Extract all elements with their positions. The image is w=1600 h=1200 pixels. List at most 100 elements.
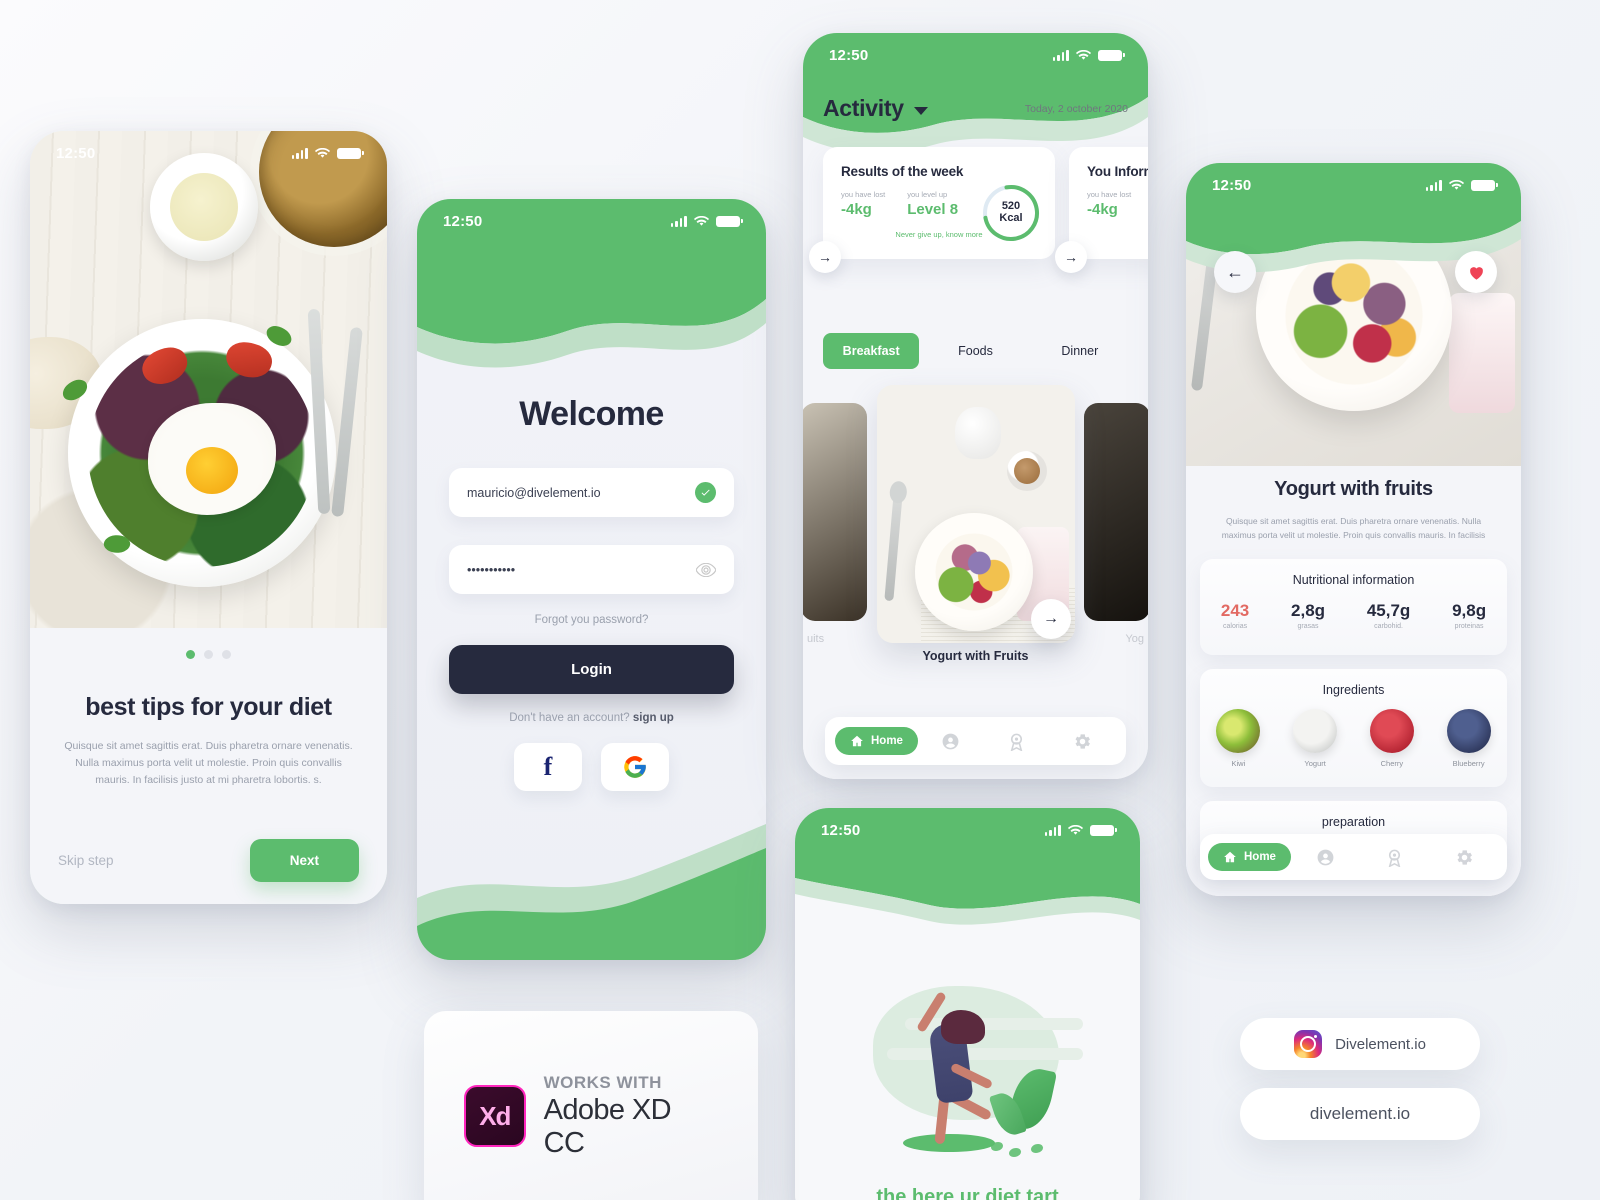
nutrition-value: 45,7g bbox=[1366, 601, 1411, 620]
next-button[interactable]: Next bbox=[249, 839, 359, 882]
gear-icon bbox=[1457, 849, 1472, 865]
ingredients-panel-title: Ingredients bbox=[1322, 683, 1385, 697]
nutrition-label: proteinas bbox=[1454, 623, 1484, 630]
email-field-wrapper[interactable] bbox=[449, 468, 734, 517]
status-time: 12:50 bbox=[443, 212, 483, 230]
google-login-button[interactable] bbox=[601, 743, 669, 791]
onboarding-body: best tips for your diet Quisque sit amet… bbox=[30, 628, 387, 904]
social-login-row: f bbox=[417, 743, 766, 791]
stat-card-results[interactable]: Results of the week you have lost -4kg y… bbox=[809, 147, 1055, 273]
forgot-password-link[interactable]: Forgot you password? bbox=[417, 614, 766, 626]
signal-icon bbox=[1425, 179, 1442, 191]
nutrition-item: 45,7g carbohid. bbox=[1367, 601, 1410, 630]
tab-breakfast[interactable]: Breakfast bbox=[823, 333, 920, 369]
stat-card-information[interactable]: You Information you have lost -4kg you l… bbox=[1055, 147, 1148, 273]
tab-achievements[interactable] bbox=[984, 732, 1050, 751]
google-icon bbox=[624, 756, 646, 778]
tab-foods[interactable]: Foods bbox=[927, 333, 1023, 369]
stat-card-next-arrow-icon[interactable]: → bbox=[1055, 241, 1087, 273]
wifi-icon bbox=[1068, 824, 1083, 835]
stat-lost-value: -4kg bbox=[1087, 201, 1118, 218]
tab-settings[interactable] bbox=[1050, 732, 1116, 751]
dot-1[interactable] bbox=[186, 650, 195, 659]
ingredient-thumb bbox=[1369, 709, 1414, 753]
instagram-link-card[interactable]: Divelement.io bbox=[1240, 1018, 1480, 1070]
skip-step-button[interactable]: Skip step bbox=[58, 853, 114, 868]
stat-lost-value: -4kg bbox=[841, 201, 872, 218]
ingredient-thumb bbox=[1216, 709, 1261, 753]
adobe-xd-label: Adobe XD CC bbox=[543, 1093, 672, 1159]
works-with-label: WORKS WITH bbox=[543, 1072, 662, 1092]
promo-illustration bbox=[795, 976, 1140, 1166]
favorite-button[interactable] bbox=[1455, 251, 1497, 293]
battery-icon bbox=[1090, 824, 1117, 836]
ingredient-item[interactable]: Cherry bbox=[1369, 709, 1414, 768]
signup-row: Don't have an account? sign up bbox=[417, 712, 766, 724]
tab-achievements[interactable] bbox=[1360, 848, 1429, 867]
gear-icon bbox=[1076, 733, 1091, 749]
eye-toggle-icon[interactable] bbox=[696, 562, 716, 577]
wifi-icon bbox=[694, 215, 709, 226]
ingredient-thumb bbox=[1446, 709, 1491, 753]
ingredient-label: Cherry bbox=[1380, 759, 1404, 768]
login-button[interactable]: Login bbox=[449, 645, 734, 694]
ingredient-label: Blueberry bbox=[1452, 759, 1485, 768]
ingredient-label: Kiwi bbox=[1231, 759, 1246, 768]
back-button[interactable]: ← bbox=[1214, 251, 1256, 293]
signup-link[interactable]: sign up bbox=[633, 712, 674, 724]
website-link-card[interactable]: divelement.io bbox=[1240, 1088, 1480, 1140]
status-bar: 12:50 bbox=[795, 808, 1140, 852]
status-time: 12:50 bbox=[1212, 176, 1252, 194]
carousel-slide-prev[interactable] bbox=[803, 403, 867, 621]
tab-settings[interactable] bbox=[1430, 848, 1499, 867]
recipe-title: Yogurt with fruits bbox=[1274, 478, 1433, 500]
ingredient-item[interactable]: Blueberry bbox=[1446, 709, 1491, 768]
page-title[interactable]: Activity bbox=[823, 95, 928, 122]
carousel-caption-prev: uits bbox=[807, 633, 825, 645]
dot-2[interactable] bbox=[204, 650, 213, 659]
password-input[interactable] bbox=[467, 562, 696, 577]
stat-level-label: you level up bbox=[907, 190, 948, 199]
award-icon bbox=[1389, 849, 1401, 867]
email-input[interactable] bbox=[467, 485, 695, 500]
signal-icon bbox=[1044, 824, 1061, 836]
phone-login: 12:50 Welcome mauricio@divelement.io •••… bbox=[417, 199, 766, 960]
nutrition-label: grasas bbox=[1297, 623, 1319, 630]
status-time: 12:50 bbox=[829, 46, 869, 64]
tab-profile[interactable] bbox=[918, 732, 984, 751]
heart-icon bbox=[1469, 266, 1483, 280]
dot-3[interactable] bbox=[222, 650, 231, 659]
tab-home[interactable]: Home bbox=[835, 727, 918, 755]
activity-title-text: Activity bbox=[823, 95, 904, 121]
calorie-ring-gauge: 520 Kcal bbox=[981, 183, 1041, 243]
tab-home[interactable]: Home bbox=[1208, 843, 1291, 871]
nutrition-value: 243 bbox=[1220, 601, 1250, 620]
promo-title: the here ur diet tart bbox=[795, 1186, 1140, 1200]
stat-card-title: You Information bbox=[1087, 164, 1148, 179]
stat-lost: you have lost -4kg bbox=[1087, 190, 1131, 219]
carousel-slide-next[interactable] bbox=[1084, 403, 1148, 621]
nutrition-item: 9,8g proteinas bbox=[1452, 601, 1486, 630]
status-bar: 12:50 bbox=[417, 199, 766, 243]
adobe-xd-icon: Xd bbox=[464, 1085, 526, 1147]
nutrition-item: 243 calorias bbox=[1221, 601, 1249, 630]
stat-card-prev-arrow-icon[interactable]: → bbox=[809, 241, 841, 273]
carousel-next-arrow-icon[interactable]: → bbox=[1031, 599, 1071, 639]
facebook-login-button[interactable]: f bbox=[514, 743, 582, 791]
battery-icon bbox=[337, 147, 364, 159]
chevron-down-icon[interactable] bbox=[913, 106, 928, 115]
award-icon bbox=[1011, 733, 1023, 751]
instagram-icon bbox=[1294, 1030, 1323, 1058]
food-carousel[interactable]: → uits Yog Yogurt with Fruits bbox=[803, 385, 1148, 675]
tab-profile[interactable] bbox=[1291, 848, 1360, 867]
ingredients-panel: Ingredients Kiwi Yogurt Cherry Blueberry bbox=[1200, 669, 1507, 787]
ingredient-item[interactable]: Kiwi bbox=[1216, 709, 1261, 768]
bottom-tab-bar: Home bbox=[825, 717, 1126, 765]
pagination-dots[interactable] bbox=[186, 650, 231, 659]
password-field-wrapper[interactable] bbox=[449, 545, 734, 594]
know-more-link[interactable]: know more bbox=[946, 230, 983, 239]
instagram-handle: Divelement.io bbox=[1335, 1035, 1426, 1053]
page-description: Quisque sit amet sagittis erat. Duis pha… bbox=[64, 740, 353, 786]
tab-dinner[interactable]: Dinner bbox=[1032, 333, 1128, 369]
ingredient-item[interactable]: Yogurt bbox=[1293, 709, 1338, 768]
